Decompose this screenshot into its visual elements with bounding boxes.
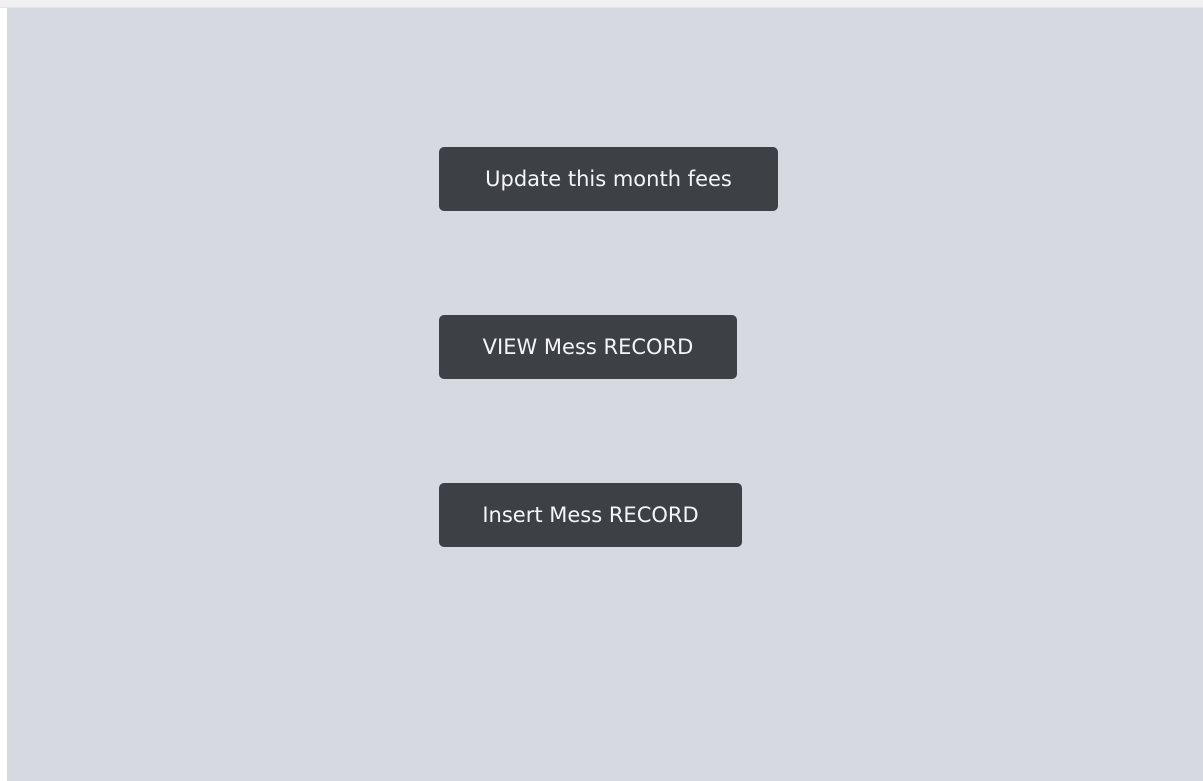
main-panel: Update this month fees VIEW Mess RECORD … xyxy=(7,8,1203,781)
view-mess-record-button[interactable]: VIEW Mess RECORD xyxy=(439,315,737,379)
browser-top-bar xyxy=(0,0,1203,8)
left-edge xyxy=(0,8,7,781)
update-month-fees-button[interactable]: Update this month fees xyxy=(439,147,778,211)
insert-mess-record-button[interactable]: Insert Mess RECORD xyxy=(439,483,742,547)
